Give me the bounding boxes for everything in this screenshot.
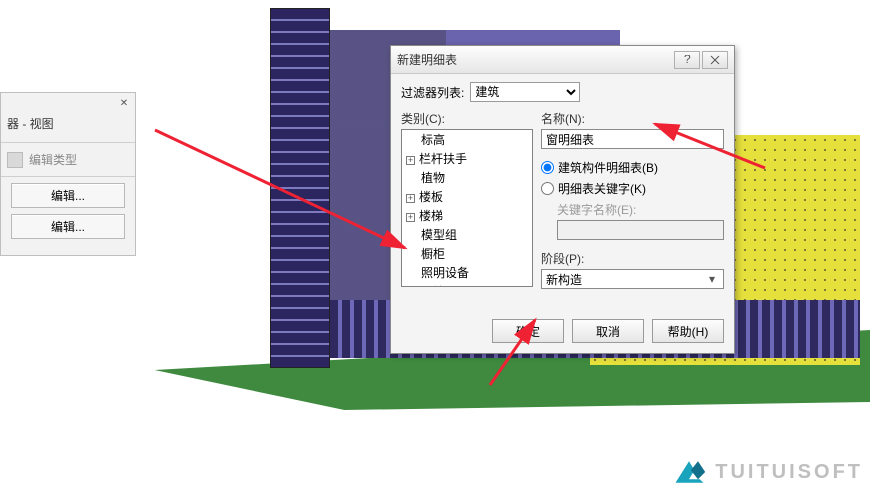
chevron-down-icon: ▾ bbox=[705, 272, 719, 286]
scene-tower bbox=[270, 8, 330, 368]
svg-text:?: ? bbox=[684, 55, 691, 65]
dialog-title: 新建明细表 bbox=[397, 51, 672, 68]
name-label: 名称(N): bbox=[541, 110, 724, 127]
category-item[interactable]: 标高 bbox=[402, 130, 532, 149]
panel-close-icon[interactable]: ✕ bbox=[117, 97, 131, 111]
radio-key-label: 明细表关键字(K) bbox=[558, 180, 646, 197]
divider bbox=[1, 176, 135, 177]
divider bbox=[1, 142, 135, 143]
filter-label: 过滤器列表: bbox=[401, 84, 464, 101]
radio-key-input[interactable] bbox=[541, 182, 554, 195]
phase-value: 新构造 bbox=[546, 271, 582, 288]
panel-title: 器 - 视图 bbox=[1, 93, 135, 138]
category-item[interactable]: + 楼梯 bbox=[402, 206, 532, 225]
category-label: 类别(C): bbox=[401, 110, 533, 127]
dialog-titlebar: 新建明细表 ? bbox=[391, 46, 734, 74]
expand-icon[interactable]: + bbox=[406, 156, 415, 165]
edit-type-label: 编辑类型 bbox=[29, 151, 77, 168]
watermark-text: TUITUISOFT bbox=[715, 461, 863, 484]
category-item-label: 模型组 bbox=[421, 228, 457, 242]
key-name-label: 关键字名称(E): bbox=[557, 201, 724, 218]
category-item[interactable]: + 栏杆扶手 bbox=[402, 149, 532, 168]
new-schedule-dialog: 新建明细表 ? 过滤器列表: 建筑 类别(C): 标高 + 栏杆扶手植物 + 楼板 + 楼梯… bbox=[390, 45, 735, 354]
properties-panel: ✕ 器 - 视图 编辑类型 编辑... 编辑... bbox=[0, 92, 136, 256]
filter-select[interactable]: 建筑 bbox=[470, 82, 580, 102]
expand-icon[interactable]: + bbox=[406, 213, 415, 222]
category-item-label: 植物 bbox=[421, 171, 445, 185]
category-item-label: 橱柜 bbox=[421, 247, 445, 261]
category-item[interactable]: 橱柜 bbox=[402, 244, 532, 263]
cancel-button[interactable]: 取消 bbox=[572, 319, 644, 343]
dialog-help-icon[interactable]: ? bbox=[674, 51, 700, 69]
edit-button-2[interactable]: 编辑... bbox=[11, 214, 125, 239]
key-name-input bbox=[557, 220, 724, 240]
category-item[interactable]: 环境 bbox=[402, 282, 532, 287]
category-listbox[interactable]: 标高+栏杆扶手植物+楼板+楼梯模型组橱柜照明设备环境电气装置电气设备窗组成部分+… bbox=[401, 129, 533, 287]
dialog-close-icon[interactable] bbox=[702, 51, 728, 69]
edit-type-row[interactable]: 编辑类型 bbox=[1, 147, 135, 172]
watermark: TUITUISOFT bbox=[671, 454, 863, 490]
category-item[interactable]: 植物 bbox=[402, 168, 532, 187]
phase-select[interactable]: 新构造 ▾ bbox=[541, 269, 724, 289]
edit-button-1[interactable]: 编辑... bbox=[11, 183, 125, 208]
category-item-label: 楼板 bbox=[419, 190, 443, 204]
name-input[interactable] bbox=[541, 129, 724, 149]
phase-label: 阶段(P): bbox=[541, 250, 724, 267]
category-item-label: 照明设备 bbox=[421, 266, 469, 280]
category-item[interactable]: 模型组 bbox=[402, 225, 532, 244]
radio-component-label: 建筑构件明细表(B) bbox=[558, 159, 658, 176]
ok-button[interactable]: 确定 bbox=[492, 319, 564, 343]
radio-component-schedule[interactable]: 建筑构件明细表(B) bbox=[541, 159, 724, 176]
category-item-label: 楼梯 bbox=[419, 209, 443, 223]
edit-type-icon bbox=[7, 152, 23, 168]
category-item[interactable]: 照明设备 bbox=[402, 263, 532, 282]
watermark-logo-icon bbox=[671, 454, 707, 490]
category-item[interactable]: + 楼板 bbox=[402, 187, 532, 206]
category-item-label: 环境 bbox=[421, 285, 445, 287]
radio-key-schedule[interactable]: 明细表关键字(K) bbox=[541, 180, 724, 197]
category-item-label: 标高 bbox=[421, 133, 445, 147]
expand-icon[interactable]: + bbox=[406, 194, 415, 203]
help-button[interactable]: 帮助(H) bbox=[652, 319, 724, 343]
category-item-label: 栏杆扶手 bbox=[419, 152, 467, 166]
radio-component-input[interactable] bbox=[541, 161, 554, 174]
